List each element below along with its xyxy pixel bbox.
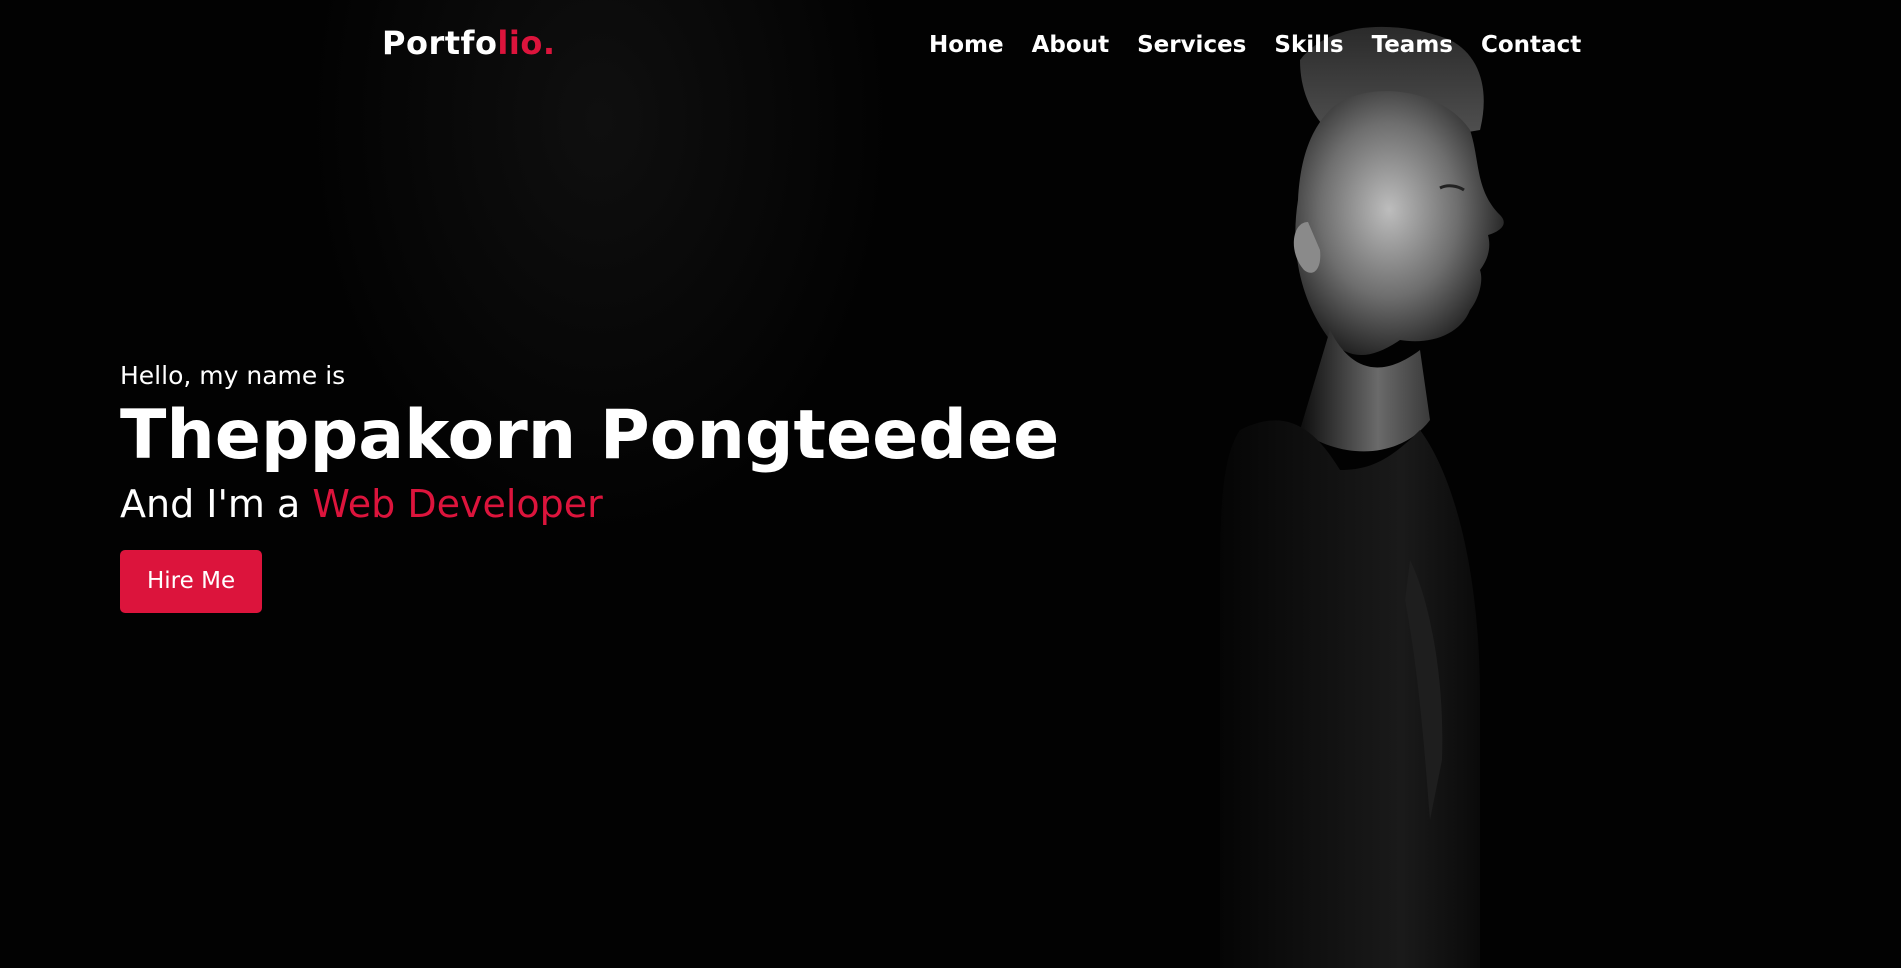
nav-item-about: About xyxy=(1018,30,1123,60)
hero-role-job: Web Developer xyxy=(312,482,603,526)
hero-role-prefix: And I'm a xyxy=(120,482,313,526)
nav-item-contact: Contact xyxy=(1467,30,1595,60)
nav-item-skills: Skills xyxy=(1260,30,1357,60)
hero-role: And I'm a Web Developer xyxy=(120,478,1120,530)
hero-section: Portfolio. Home About Services Skills Te… xyxy=(0,0,1901,968)
nav-item-teams: Teams xyxy=(1358,30,1467,60)
logo-accent-text: lio. xyxy=(497,24,556,62)
top-navbar: Portfolio. Home About Services Skills Te… xyxy=(0,0,1901,90)
hero-portrait-image xyxy=(1220,26,1504,968)
nav-item-home: Home xyxy=(915,30,1018,60)
logo-text: Portfo xyxy=(382,24,498,62)
nav-menu: Home About Services Skills Teams Contact xyxy=(915,30,1595,60)
nav-link-services[interactable]: Services xyxy=(1123,30,1260,60)
hero-greeting: Hello, my name is xyxy=(120,361,346,390)
hero-content: Hello, my name is Theppakorn Pongteedee … xyxy=(120,358,1120,613)
nav-link-teams[interactable]: Teams xyxy=(1358,30,1467,60)
nav-link-about[interactable]: About xyxy=(1018,30,1123,60)
nav-link-skills[interactable]: Skills xyxy=(1260,30,1357,60)
logo-link[interactable]: Portfolio. xyxy=(382,24,556,62)
nav-link-contact[interactable]: Contact xyxy=(1467,30,1595,60)
nav-link-home[interactable]: Home xyxy=(915,30,1018,60)
nav-item-services: Services xyxy=(1123,30,1260,60)
hire-me-button[interactable]: Hire Me xyxy=(120,550,263,613)
hero-name: Theppakorn Pongteedee xyxy=(120,396,1060,475)
